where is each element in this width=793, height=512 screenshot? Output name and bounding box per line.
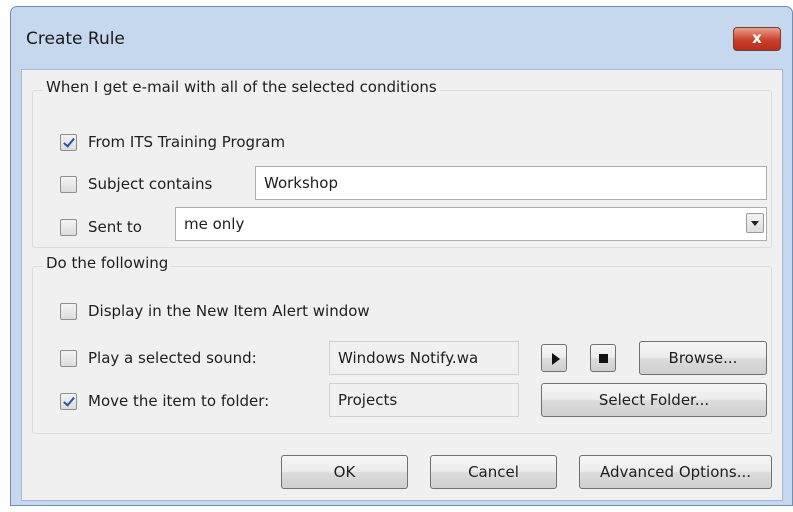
sent-to-checkbox[interactable] (60, 219, 77, 236)
alert-label: Display in the New Item Alert window (88, 302, 370, 320)
cancel-label: Cancel (468, 463, 519, 481)
actions-group: Do the following Display in the New Item… (32, 254, 772, 434)
folder-field[interactable]: Projects (329, 383, 519, 417)
conditions-group: When I get e-mail with all of the select… (32, 78, 772, 248)
alert-checkbox[interactable] (60, 303, 77, 320)
conditions-legend: When I get e-mail with all of the select… (43, 78, 440, 96)
subject-checkbox[interactable] (60, 176, 77, 193)
subject-label: Subject contains (88, 175, 213, 193)
select-folder-label: Select Folder... (598, 391, 710, 409)
advanced-options-label: Advanced Options... (599, 463, 752, 481)
play-sound-button[interactable] (541, 344, 567, 372)
advanced-options-button[interactable]: Advanced Options... (579, 455, 772, 489)
browse-button[interactable]: Browse... (639, 341, 767, 375)
move-label: Move the item to folder: (88, 392, 270, 410)
ok-button[interactable]: OK (281, 455, 408, 489)
select-folder-button[interactable]: Select Folder... (541, 383, 767, 417)
sound-checkbox[interactable] (60, 350, 77, 367)
sound-file-field[interactable]: Windows Notify.wa (329, 341, 519, 375)
sent-to-select[interactable]: me only (175, 207, 767, 241)
ok-label: OK (333, 463, 356, 481)
sound-label: Play a selected sound: (88, 349, 257, 367)
sent-to-label: Sent to (88, 218, 142, 236)
close-button[interactable]: x (733, 27, 781, 51)
dropdown-arrow-icon[interactable] (746, 213, 764, 233)
browse-button-label: Browse... (668, 349, 738, 367)
sent-to-value: me only (184, 215, 245, 233)
dialog-body: When I get e-mail with all of the select… (21, 69, 783, 501)
stop-icon (599, 354, 608, 363)
from-checkbox[interactable] (60, 134, 77, 151)
play-icon (552, 353, 560, 365)
cancel-button[interactable]: Cancel (430, 455, 557, 489)
title-bar[interactable]: Create Rule x (11, 7, 792, 67)
move-checkbox[interactable] (60, 393, 77, 410)
subject-input[interactable]: Workshop (255, 166, 767, 200)
stop-sound-button[interactable] (590, 344, 616, 372)
from-label: From ITS Training Program (88, 133, 286, 151)
create-rule-dialog: Create Rule x When I get e-mail with all… (10, 6, 793, 506)
dialog-title: Create Rule (26, 29, 125, 49)
close-icon: x (752, 29, 762, 47)
actions-legend: Do the following (43, 254, 172, 272)
